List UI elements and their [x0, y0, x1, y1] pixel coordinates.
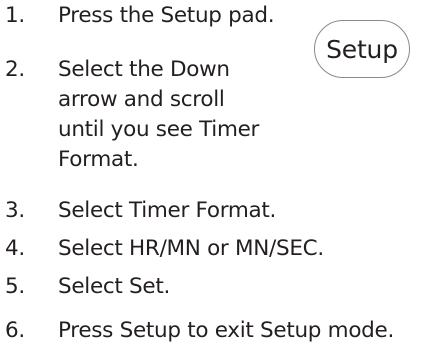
- step-number: 4.: [5, 236, 25, 261]
- setup-pad-illustration: Setup: [314, 20, 410, 78]
- step-text: Press the Setup pad.: [58, 1, 275, 31]
- step-text: Press Setup to exit Setup mode.: [58, 316, 394, 346]
- step-text-line: arrow and scroll: [58, 87, 225, 112]
- step-text-line: Select HR/MN or MN/SEC.: [58, 236, 324, 261]
- step-number: 3.: [5, 198, 25, 223]
- step-number: 6.: [5, 318, 25, 343]
- step-text-line: Format.: [58, 147, 139, 172]
- step-text: Select the Down arrow and scroll until y…: [58, 55, 259, 175]
- step-text-line: Select the Down: [58, 57, 230, 82]
- step-number: 2.: [5, 57, 25, 82]
- step-text: Select Timer Format.: [58, 196, 276, 226]
- step-text-line: Select Timer Format.: [58, 198, 277, 223]
- step-number: 1.: [5, 3, 25, 28]
- setup-pad-label: Setup: [326, 34, 398, 64]
- step-text-line: Select Set.: [58, 274, 171, 299]
- step-text-line: Press Setup to exit Setup mode.: [58, 318, 394, 343]
- step-text: Select Set.: [58, 272, 170, 302]
- step-text: Select HR/MN or MN/SEC.: [58, 234, 324, 264]
- step-text-line: Press the Setup pad.: [58, 3, 275, 28]
- step-text-line: until you see Timer: [58, 117, 260, 142]
- step-number: 5.: [5, 274, 25, 299]
